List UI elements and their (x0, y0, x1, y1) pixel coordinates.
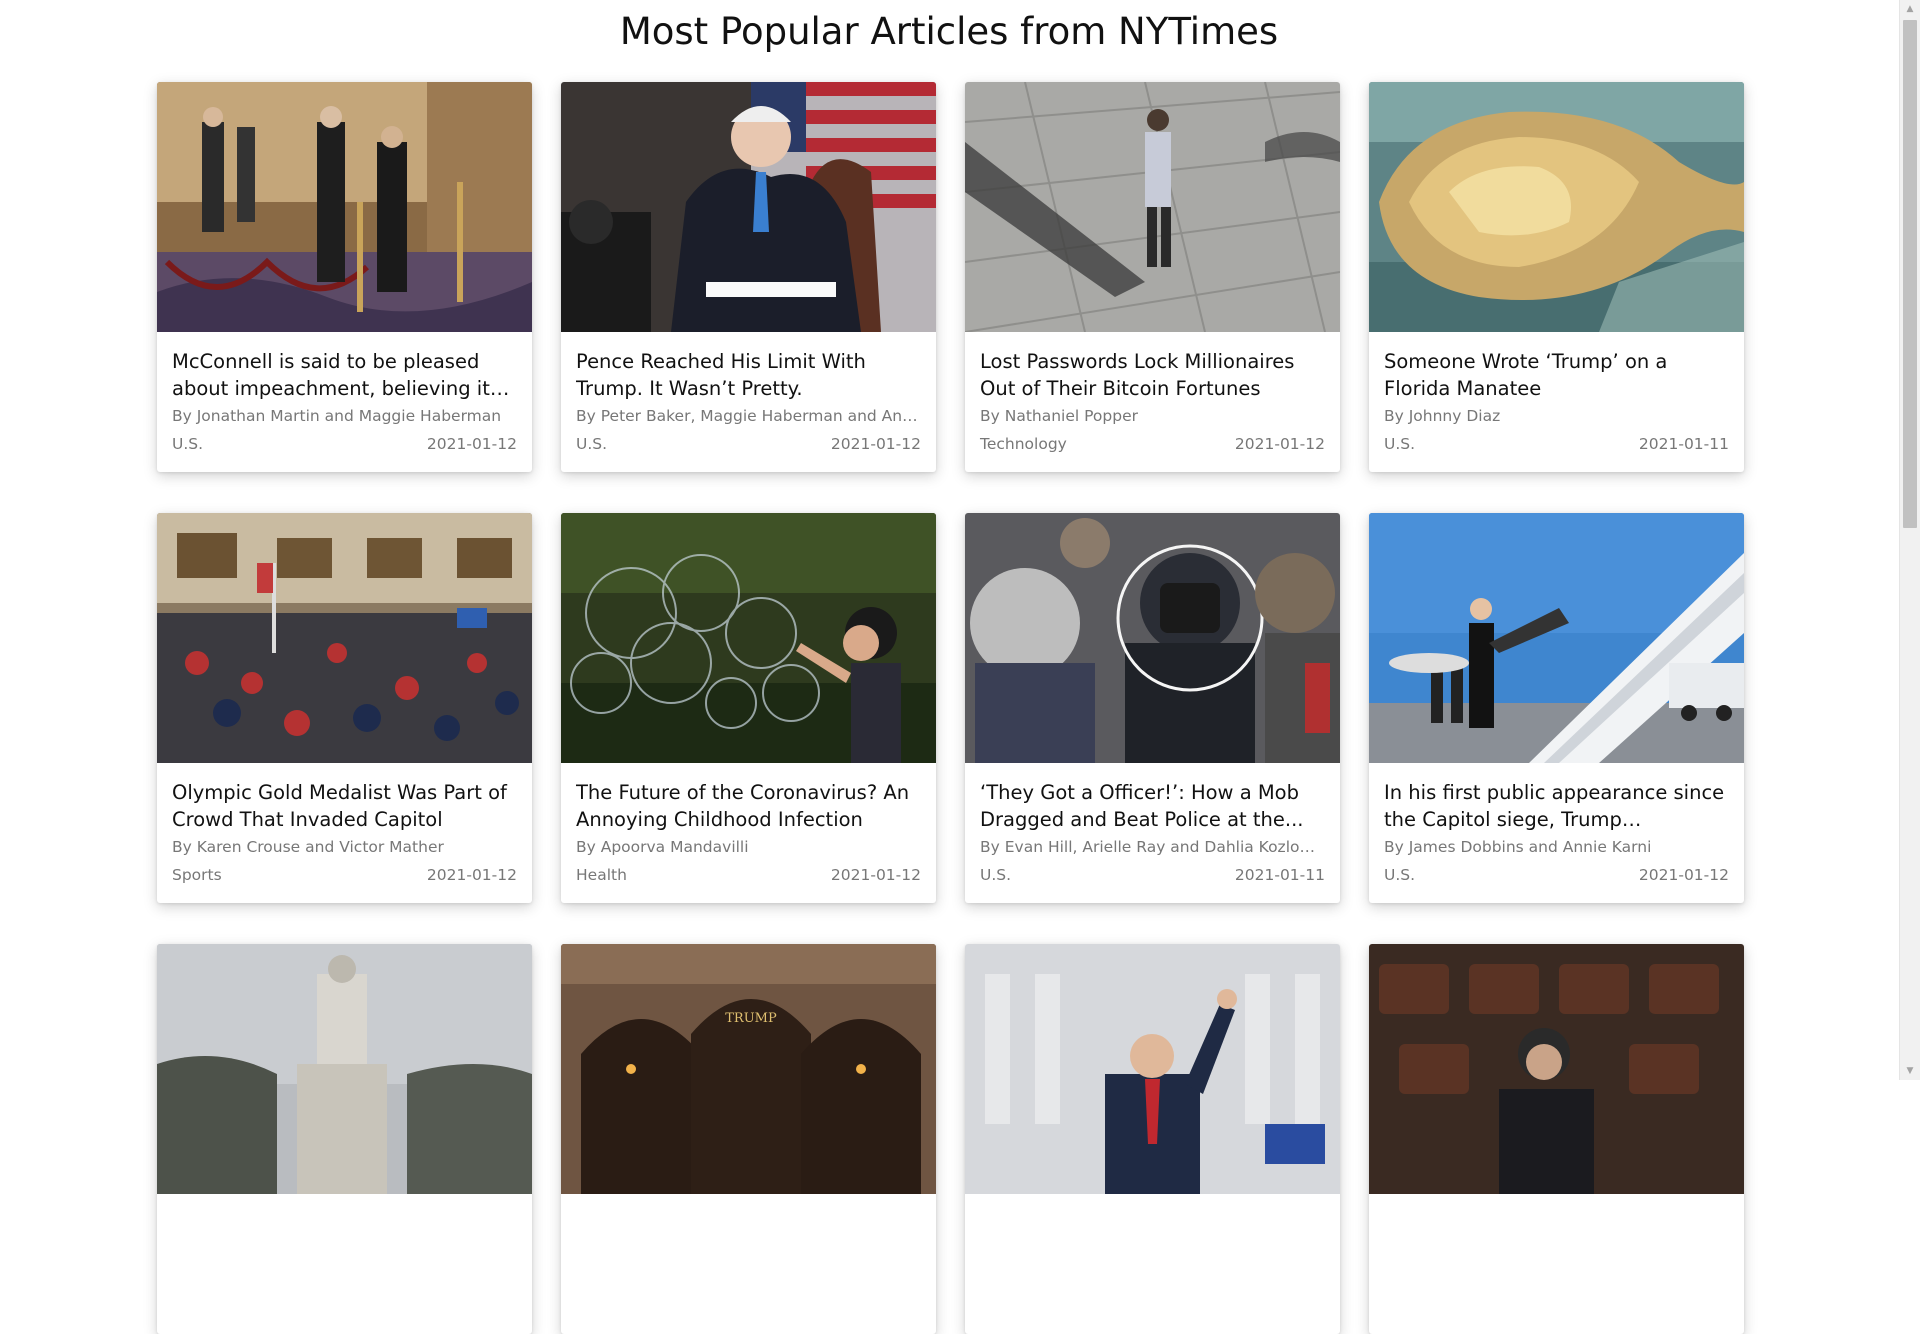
article-date: 2021-01-11 (1638, 435, 1729, 453)
article-card[interactable] (157, 944, 532, 1334)
article-headline[interactable] (1384, 1210, 1729, 1264)
article-byline: By Peter Baker, Maggie Haberman and Anni… (576, 407, 921, 425)
article-card[interactable]: TRUMP (561, 944, 936, 1334)
article-section: Technology (980, 435, 1067, 453)
article-headline[interactable]: ‘They Got a Officer!’: How a Mob Dragged… (980, 779, 1325, 833)
article-date: 2021-01-12 (1638, 866, 1729, 884)
article-card[interactable]: Olympic Gold Medalist Was Part of Crowd … (157, 513, 532, 903)
article-section: Health (576, 866, 627, 884)
article-thumbnail[interactable] (1369, 944, 1744, 1194)
article-thumbnail[interactable] (1369, 82, 1744, 332)
article-byline: By Johnny Diaz (1384, 407, 1501, 425)
article-date: 2021-01-12 (830, 435, 921, 453)
article-thumbnail[interactable] (561, 513, 936, 763)
article-card[interactable]: McConnell is said to be pleased about im… (157, 82, 532, 472)
article-section: U.S. (1384, 435, 1416, 453)
scroll-down-arrow-icon[interactable]: ▼ (1900, 1062, 1920, 1080)
article-headline[interactable]: In his first public appearance since the… (1384, 779, 1729, 833)
scroll-up-arrow-icon[interactable]: ▲ (1900, 0, 1920, 18)
article-thumbnail[interactable] (561, 82, 936, 332)
article-section: U.S. (576, 435, 608, 453)
article-byline: By Apoorva Mandavilli (576, 838, 749, 856)
article-date: 2021-01-12 (426, 435, 517, 453)
article-section: U.S. (172, 435, 204, 453)
article-headline[interactable]: The Future of the Coronavirus? An Annoyi… (576, 779, 921, 833)
article-headline[interactable]: Pence Reached His Limit With Trump. It W… (576, 348, 921, 402)
article-card[interactable]: Someone Wrote ‘Trump’ on a Florida Manat… (1369, 82, 1744, 472)
article-card[interactable]: Pence Reached His Limit With Trump. It W… (561, 82, 936, 472)
vertical-scrollbar[interactable]: ▲ ▼ (1899, 0, 1920, 1080)
article-byline: By Karen Crouse and Victor Mather (172, 838, 444, 856)
article-section: U.S. (1384, 866, 1416, 884)
article-byline: By Evan Hill, Arielle Ray and Dahlia Koz… (980, 838, 1325, 856)
article-byline: By Jonathan Martin and Maggie Haberman (172, 407, 502, 425)
article-date: 2021-01-12 (426, 866, 517, 884)
hotel-sign-text: TRUMP (725, 1011, 777, 1026)
article-headline[interactable] (172, 1210, 517, 1264)
article-thumbnail[interactable] (1369, 513, 1744, 763)
article-headline[interactable]: Olympic Gold Medalist Was Part of Crowd … (172, 779, 517, 833)
scrollbar-thumb[interactable] (1903, 20, 1917, 528)
article-headline[interactable] (980, 1210, 1325, 1264)
page-title: Most Popular Articles from NYTimes (619, 10, 1279, 53)
article-thumbnail[interactable] (157, 82, 532, 332)
article-card[interactable]: In his first public appearance since the… (1369, 513, 1744, 903)
article-card[interactable]: ‘They Got a Officer!’: How a Mob Dragged… (965, 513, 1340, 903)
article-headline[interactable]: Lost Passwords Lock Millionaires Out of … (980, 348, 1325, 402)
article-section: U.S. (980, 866, 1012, 884)
article-headline[interactable]: McConnell is said to be pleased about im… (172, 348, 517, 402)
article-date: 2021-01-12 (830, 866, 921, 884)
articles-grid: McConnell is said to be pleased about im… (157, 82, 1747, 1334)
article-headline[interactable]: Someone Wrote ‘Trump’ on a Florida Manat… (1384, 348, 1729, 402)
article-card[interactable]: The Future of the Coronavirus? An Annoyi… (561, 513, 936, 903)
article-card[interactable] (965, 944, 1340, 1334)
article-card[interactable]: Lost Passwords Lock Millionaires Out of … (965, 82, 1340, 472)
article-byline: By James Dobbins and Annie Karni (1384, 838, 1652, 856)
article-section: Sports (172, 866, 222, 884)
article-thumbnail[interactable] (965, 944, 1340, 1194)
article-headline[interactable] (576, 1210, 921, 1264)
article-thumbnail[interactable] (157, 944, 532, 1194)
article-thumbnail[interactable] (965, 513, 1340, 763)
article-byline: By Nathaniel Popper (980, 407, 1138, 425)
article-thumbnail[interactable] (965, 82, 1340, 332)
article-date: 2021-01-11 (1234, 866, 1325, 884)
article-date: 2021-01-12 (1234, 435, 1325, 453)
article-thumbnail[interactable] (157, 513, 532, 763)
article-card[interactable] (1369, 944, 1744, 1334)
article-thumbnail[interactable]: TRUMP (561, 944, 936, 1194)
